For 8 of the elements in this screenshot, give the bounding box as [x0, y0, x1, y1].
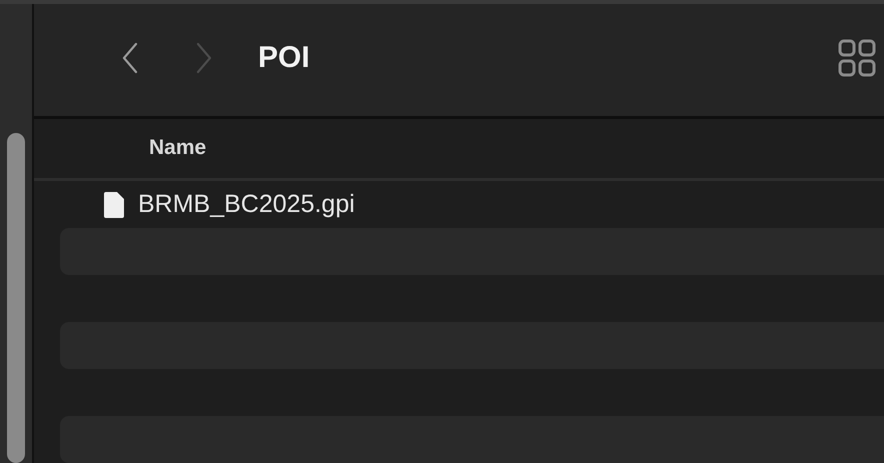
file-name: BRMB_BC2025.gpi: [138, 190, 355, 219]
scrollbar-thumb[interactable]: [7, 133, 25, 463]
back-button[interactable]: [122, 42, 138, 74]
folder-title: POI: [258, 40, 310, 75]
document-icon: [104, 192, 124, 218]
grid-view-icon[interactable]: [838, 38, 876, 77]
file-row[interactable]: BRMB_BC2025.gpi: [60, 181, 884, 228]
column-header[interactable]: Name: [149, 136, 206, 160]
